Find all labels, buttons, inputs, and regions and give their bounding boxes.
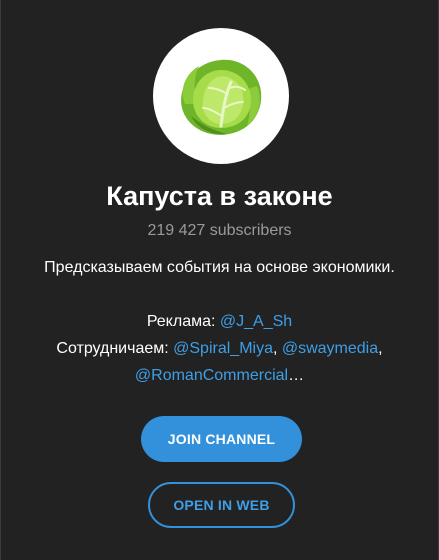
separator: , [272,340,282,357]
description-gap [1,281,438,308]
collab-line-2: @RomanCommercial… [1,362,438,389]
collab-line: Сотрудничаем: @Spiral_Miya, @swaymedia, [1,335,438,362]
collab-link-spiral-miya[interactable]: @Spiral_Miya [173,340,273,357]
subscriber-count: 219 427 subscribers [147,222,292,239]
join-channel-button[interactable]: JOIN CHANNEL [141,416,302,462]
ellipsis: … [288,367,305,384]
ads-line: Реклама: @J_A_Sh [1,308,438,335]
separator: , [378,340,383,357]
collab-link-romancommercial[interactable]: @RomanCommercial [135,367,288,384]
cabbage-icon [181,59,262,135]
channel-avatar [153,28,289,164]
channel-description: Предсказываем события на основе экономик… [1,254,438,389]
open-in-web-button[interactable]: OPEN IN WEB [148,482,295,528]
channel-title: Капуста в законе [106,181,333,211]
channel-card: Капуста в законе 219 427 subscribers Пре… [0,0,439,560]
ads-contact-link[interactable]: @J_A_Sh [220,313,292,330]
collab-link-swaymedia[interactable]: @swaymedia [282,340,378,357]
description-line: Предсказываем события на основе экономик… [44,259,395,276]
ads-label: Реклама: [146,313,220,330]
collab-label: Сотрудничаем: [56,340,174,357]
